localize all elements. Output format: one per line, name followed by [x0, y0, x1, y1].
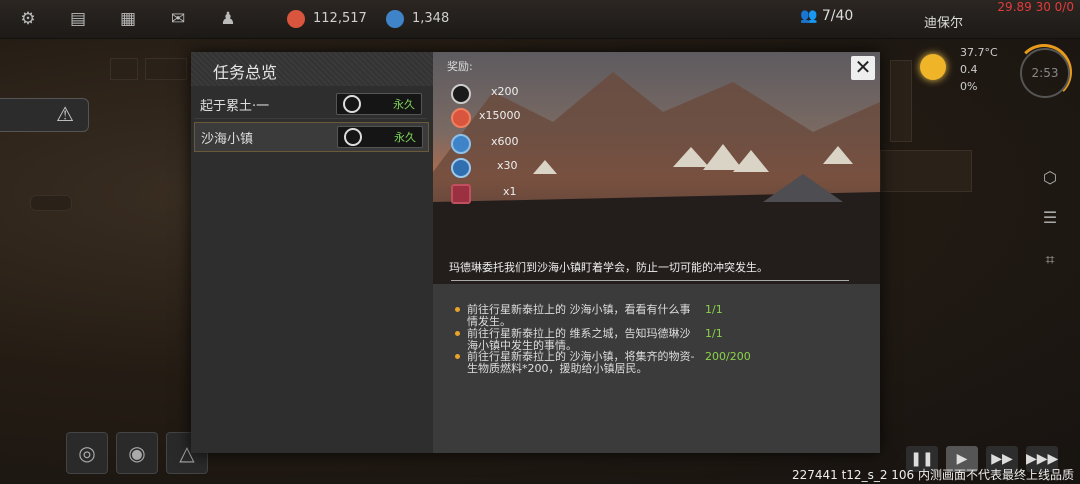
quest-list-panel: 任务总览 起于累土·一 永久 沙海小镇 永久 [191, 52, 433, 453]
cube-icon[interactable]: ⬡ [1040, 168, 1060, 188]
colonist-count[interactable]: 👥 7/40 [800, 8, 853, 24]
reward-amount: x600 [491, 135, 519, 148]
resource-red-value: 112,517 [313, 11, 367, 26]
quest-name: 起于累土·一 [200, 99, 270, 114]
clock[interactable]: 2:53 [1020, 48, 1070, 98]
clipboard-icon[interactable]: ☰ [1040, 208, 1060, 228]
keyboard-icon[interactable]: ▦ [117, 8, 139, 30]
fastest-icon: ▶▶▶ [1026, 451, 1059, 467]
quest-name: 沙海小镇 [201, 132, 254, 147]
quest-dialog: 任务总览 起于累土·一 永久 沙海小镇 永久 ✕ 奖励: x200 x15000… [191, 52, 880, 453]
reward-amount: x200 [491, 85, 519, 98]
dialog-header: 任务总览 [191, 52, 433, 86]
warning-icon: ⚠ [56, 102, 74, 126]
bullet-icon [455, 307, 460, 312]
top-bar: ⚙ ▤ ▦ ✉ ♟ 112,517 1,348 👥 7/40 迪保尔 29.89… [0, 0, 1080, 39]
sun-icon [920, 54, 946, 80]
bullet-icon [455, 354, 460, 359]
galaxy-button[interactable]: ◎ [66, 432, 108, 474]
fast-forward-icon: ▶▶ [991, 451, 1013, 467]
blue-coin-icon [386, 9, 404, 28]
people-icon: 👥 [800, 8, 818, 24]
map-tile [880, 150, 972, 192]
rain: 0% [960, 80, 978, 93]
resource-red: 112,517 [287, 8, 367, 30]
reward-amount: x1 [503, 185, 517, 198]
reward-amount: x30 [497, 159, 518, 172]
red-coin-icon [287, 9, 305, 28]
settings-gear-icon[interactable]: ⚙ [17, 8, 39, 30]
objective-text: 前往行星新泰拉上的 沙海小镇，看看有什么事情发生。 [467, 303, 691, 328]
alert-button[interactable]: ⚠ [0, 98, 89, 132]
close-button[interactable]: ✕ [851, 56, 875, 80]
quest-tag-label: 永久 [393, 98, 415, 111]
resource-blue: 1,348 [386, 8, 449, 30]
red-item-icon [451, 184, 471, 204]
map-tile [30, 195, 72, 211]
quest-scene-image: ✕ 奖励: x200 x15000 x600 x30 x1 玛德琳委托我们到沙海… [433, 52, 880, 284]
chat-icon[interactable]: ▤ [67, 8, 89, 30]
profile-icon[interactable]: ♟ [217, 8, 239, 30]
pause-icon: ❚❚ [910, 451, 934, 467]
objective-text: 前往行星新泰拉上的 沙海小镇，将集齐的物资-生物质燃料*200，援助给小镇居民。 [467, 350, 695, 375]
play-icon: ▶ [956, 451, 968, 467]
quest-item-selected[interactable]: 沙海小镇 永久 [194, 122, 429, 152]
reward-label: 奖励: [447, 60, 473, 73]
build-info: 227441 t12_s_2 106 内测画面不代表最终上线品质 [791, 468, 1074, 482]
star-chip-icon [451, 84, 471, 104]
galaxy-icon: ◎ [78, 441, 96, 465]
close-icon: ✕ [854, 55, 872, 79]
reward-amount: x15000 [479, 109, 521, 122]
objective-progress: 1/1 [705, 303, 723, 316]
objective-progress: 1/1 [705, 327, 723, 340]
debug-readout: 29.89 30 0/0 [997, 0, 1074, 14]
objective-progress: 200/200 [705, 350, 751, 363]
quest-tag-label: 永久 [394, 131, 416, 144]
quest-detail-panel: ✕ 奖励: x200 x15000 x600 x30 x1 玛德琳委托我们到沙海… [433, 52, 880, 453]
location-name: 迪保尔 [924, 16, 964, 31]
temperature: 37.7°C [960, 46, 998, 59]
blue-coin-icon [451, 134, 471, 154]
clock-icon [343, 95, 361, 113]
resource-blue-value: 1,348 [412, 11, 450, 26]
mail-icon[interactable]: ✉ [167, 8, 189, 30]
clock-icon [344, 128, 362, 146]
wind: 0.4 [960, 63, 978, 76]
quest-item[interactable]: 起于累土·一 永久 [194, 90, 427, 119]
dialog-title: 任务总览 [213, 63, 278, 82]
divider [451, 280, 849, 281]
quest-duration-tag: 永久 [336, 93, 422, 115]
quest-description: 玛德琳委托我们到沙海小镇盯着学会，防止一切可能的冲突发生。 [449, 261, 768, 274]
map-tile [890, 60, 912, 142]
bullet-icon [455, 331, 460, 336]
planet-icon: ◉ [128, 441, 146, 465]
blue-gear-icon [451, 158, 471, 178]
scan-icon[interactable]: ⌗ [1040, 250, 1060, 270]
map-tile [145, 58, 187, 80]
planet-button[interactable]: ◉ [116, 432, 158, 474]
map-tile [110, 58, 138, 80]
quest-duration-tag: 永久 [337, 126, 423, 148]
objective-text: 前往行星新泰拉上的 维系之城，告知玛德琳沙海小镇中发生的事情。 [467, 327, 691, 352]
weather-panel[interactable]: 37.7°C 0.4 0% [912, 46, 1012, 96]
red-coin-icon [451, 108, 471, 128]
colonist-count-value: 7/40 [821, 8, 854, 24]
